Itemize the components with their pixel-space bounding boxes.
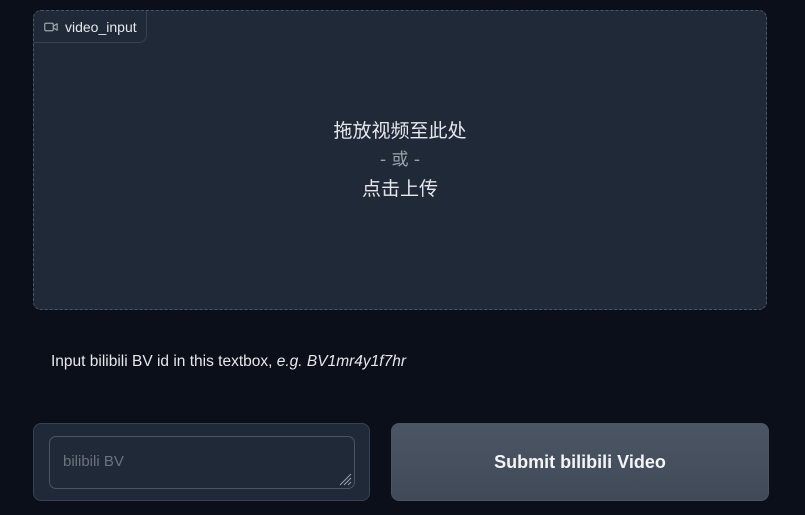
- video-input-label-text: video_input: [65, 18, 137, 35]
- video-input-label: video_input: [34, 11, 147, 43]
- instruction-text: Input bilibili BV id in this textbox, e.…: [51, 353, 406, 371]
- drop-zone[interactable]: 拖放视频至此处 - 或 - 点击上传: [34, 117, 766, 203]
- app-page: video_input 拖放视频至此处 - 或 - 点击上传 Input bil…: [0, 0, 805, 515]
- drop-or-separator: - 或 -: [379, 150, 421, 170]
- submit-button[interactable]: Submit bilibili Video: [391, 423, 769, 501]
- bv-input[interactable]: [49, 436, 355, 489]
- bv-textbox-block: [33, 423, 370, 501]
- click-to-upload[interactable]: 点击上传: [34, 175, 766, 203]
- video-upload-area[interactable]: video_input 拖放视频至此处 - 或 - 点击上传: [33, 10, 767, 310]
- instruction-prefix: Input bilibili BV id in this textbox,: [51, 353, 277, 370]
- instruction-example-label: e.g.: [276, 353, 303, 370]
- video-camera-icon: [44, 21, 58, 33]
- drop-instruction: 拖放视频至此处: [333, 120, 467, 142]
- instruction-example-value: BV1mr4y1f7hr: [306, 353, 406, 370]
